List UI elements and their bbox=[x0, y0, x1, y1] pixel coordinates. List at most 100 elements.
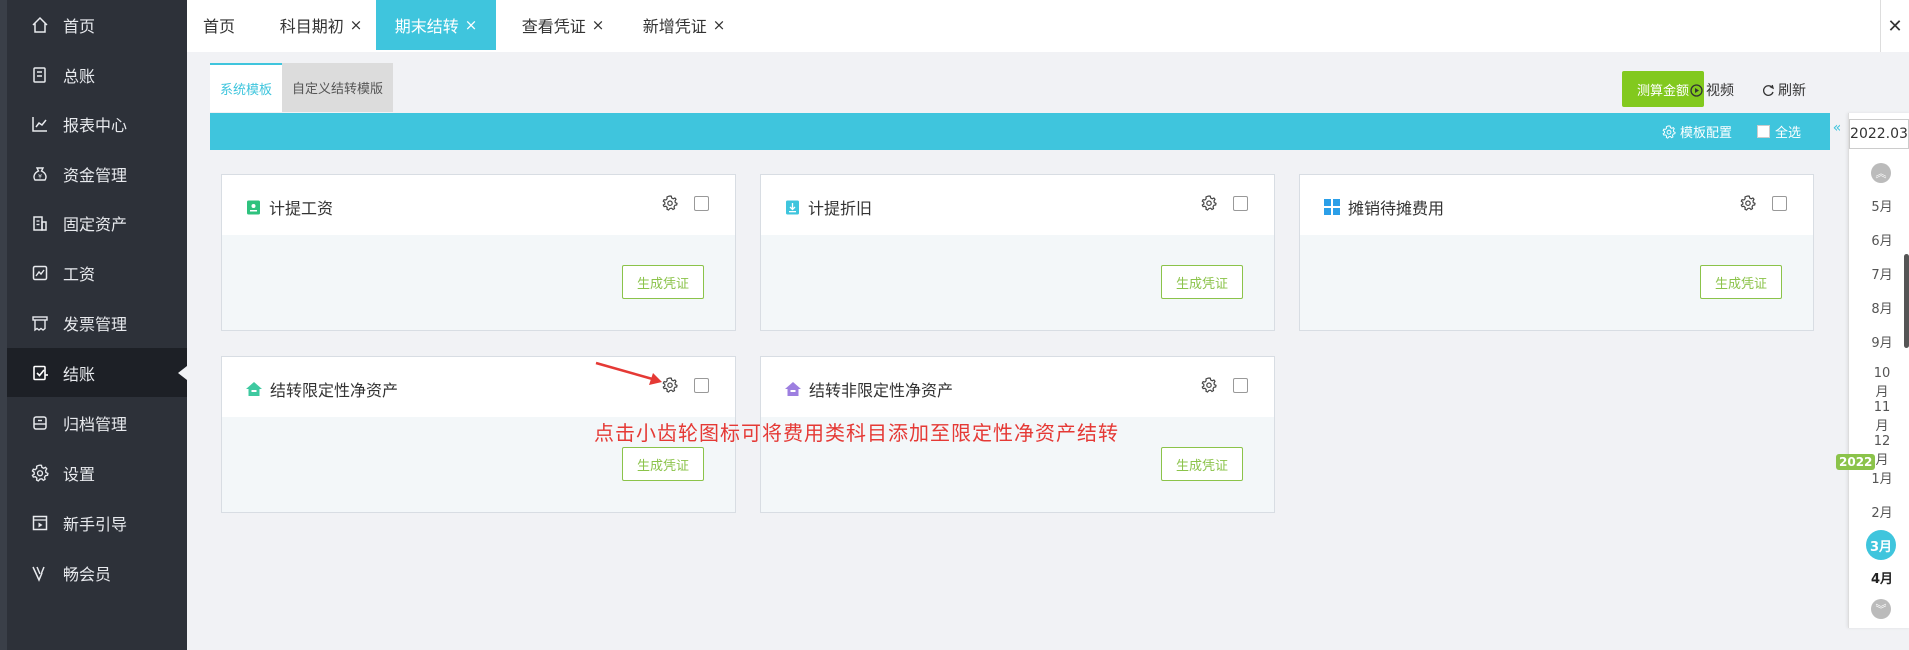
sidebar-item-label: 归档管理 bbox=[63, 414, 128, 434]
svg-text:¥: ¥ bbox=[38, 173, 42, 180]
tab-label: 期末结转 bbox=[394, 17, 459, 36]
card-title: 结转限定性净资产 bbox=[246, 377, 398, 401]
vip-icon bbox=[29, 562, 51, 584]
card-title-label: 结转非限定性净资产 bbox=[809, 381, 954, 400]
play-icon bbox=[1690, 83, 1703, 97]
card-gear-icon[interactable] bbox=[1740, 195, 1756, 215]
card-header: 摊销待摊费用 bbox=[1300, 175, 1813, 235]
refresh-label: 刷新 bbox=[1778, 83, 1806, 99]
tab-close-icon[interactable]: × bbox=[592, 16, 605, 34]
sidebar-item-0[interactable]: 首页 bbox=[7, 0, 187, 49]
sidebar-item-label: 结账 bbox=[63, 364, 96, 384]
select-all-checkbox[interactable] bbox=[1757, 125, 1770, 138]
active-caret-icon bbox=[178, 366, 187, 380]
card-title: 摊销待摊费用 bbox=[1324, 195, 1444, 219]
tab-close-icon[interactable]: × bbox=[350, 16, 363, 34]
sidebar-item-label: 新手引导 bbox=[63, 514, 128, 534]
subtab-custom-template[interactable]: 自定义结转模版 bbox=[282, 63, 394, 112]
card-gear-icon[interactable] bbox=[1201, 377, 1217, 397]
sidebar-item-label: 资金管理 bbox=[63, 165, 128, 185]
sidebar-item-label: 首页 bbox=[63, 16, 96, 36]
card-title-label: 结转限定性净资产 bbox=[270, 381, 399, 400]
current-period[interactable]: 2022.03 bbox=[1849, 119, 1909, 149]
card-gear-icon[interactable] bbox=[1201, 195, 1217, 215]
month-item[interactable]: 6月 bbox=[1870, 230, 1894, 249]
money-bag-icon: ¥ bbox=[29, 163, 51, 185]
collapse-panel-icon[interactable]: « bbox=[1830, 113, 1844, 143]
config-gear-icon bbox=[1662, 124, 1676, 139]
sidebar-item-10[interactable]: 新手引导 bbox=[7, 498, 187, 547]
sidebar-item-11[interactable]: 畅会员 bbox=[7, 548, 187, 597]
sidebar-item-2[interactable]: 报表中心 bbox=[7, 99, 187, 148]
sidebar-item-4[interactable]: 固定资产 bbox=[7, 198, 187, 247]
month-item[interactable]: 8月 bbox=[1870, 298, 1894, 317]
card-checkbox[interactable] bbox=[1233, 196, 1248, 211]
sidebar-item-9[interactable]: 设置 bbox=[7, 448, 187, 497]
home-icon bbox=[29, 14, 51, 36]
card-checkbox[interactable] bbox=[694, 196, 709, 211]
subtab-system-template[interactable]: 系统模板 bbox=[210, 63, 283, 112]
video-link[interactable]: 视频 bbox=[1690, 80, 1734, 100]
annotation-arrow bbox=[595, 361, 662, 385]
month-item[interactable]: 9月 bbox=[1870, 332, 1894, 351]
sidebar-item-8[interactable]: 归档管理 bbox=[7, 398, 187, 447]
template-config-label: 模板配置 bbox=[1680, 126, 1733, 141]
sidebar-item-label: 畅会员 bbox=[63, 564, 112, 584]
sidebar-item-1[interactable]: 总账 bbox=[7, 50, 187, 99]
tab-label: 新增凭证 bbox=[642, 17, 707, 36]
card-gear-icon[interactable] bbox=[662, 195, 678, 215]
month-item[interactable]: 7月 bbox=[1870, 264, 1894, 283]
month-item[interactable]: 4月 bbox=[1870, 568, 1894, 587]
tab-4[interactable]: 新增凭证 × bbox=[626, 0, 742, 50]
scroll-up-icon[interactable]: ︽ bbox=[1871, 163, 1891, 183]
tab-close-icon[interactable]: × bbox=[465, 16, 478, 34]
month-item[interactable]: 11月 bbox=[1870, 400, 1894, 434]
card-checkbox[interactable] bbox=[694, 378, 709, 393]
generate-voucher-button[interactable]: 生成凭证 bbox=[622, 447, 704, 481]
sidebar-item-label: 发票管理 bbox=[63, 314, 128, 334]
scroll-down-icon[interactable]: ︾ bbox=[1871, 599, 1891, 619]
tab-2[interactable]: 期末结转 × bbox=[376, 0, 496, 50]
month-item[interactable]: 5月 bbox=[1870, 196, 1894, 215]
house-icon bbox=[785, 382, 801, 396]
tab-close-icon[interactable]: × bbox=[713, 16, 726, 34]
month-item[interactable]: 2月 bbox=[1870, 502, 1894, 521]
generate-voucher-button[interactable]: 生成凭证 bbox=[1161, 265, 1243, 299]
refresh-link[interactable]: 刷新 bbox=[1762, 80, 1806, 100]
tab-0[interactable]: 首页 bbox=[187, 0, 251, 50]
tab-3[interactable]: 查看凭证 × bbox=[505, 0, 621, 50]
close-all-tabs-button[interactable]: ✕ bbox=[1880, 0, 1909, 52]
year-badge: 2022 bbox=[1836, 454, 1876, 470]
card-title: 结转非限定性净资产 bbox=[785, 377, 953, 401]
depreciation-doc-icon bbox=[785, 200, 800, 215]
card-header: 结转非限定性净资产 bbox=[761, 357, 1274, 417]
refresh-icon bbox=[1762, 84, 1775, 97]
sidebar-item-5[interactable]: 工资 bbox=[7, 248, 187, 297]
ledger-icon bbox=[29, 64, 51, 86]
sidebar-item-label: 固定资产 bbox=[63, 214, 128, 234]
sidebar-item-3[interactable]: ¥ 资金管理 bbox=[7, 149, 187, 198]
card-title-label: 计提折旧 bbox=[808, 199, 873, 218]
tab-1[interactable]: 科目期初 × bbox=[268, 0, 374, 50]
month-item[interactable]: 10月 bbox=[1870, 366, 1894, 400]
select-all[interactable]: 全选 bbox=[1757, 122, 1801, 141]
scrollbar-thumb[interactable] bbox=[1904, 254, 1909, 348]
month-item[interactable]: 3月 bbox=[1866, 530, 1896, 560]
salary-icon bbox=[29, 262, 51, 284]
card-checkbox[interactable] bbox=[1233, 378, 1248, 393]
generate-voucher-button[interactable]: 生成凭证 bbox=[1161, 447, 1243, 481]
month-item[interactable]: 1月 bbox=[1870, 468, 1894, 487]
sidebar-item-6[interactable]: 发票管理 bbox=[7, 298, 187, 347]
template-action-bar: 模板配置 全选 bbox=[210, 113, 1830, 150]
template-subtabs: 系统模板 自定义结转模版 bbox=[210, 63, 394, 112]
card-checkbox[interactable] bbox=[1772, 196, 1787, 211]
grid-icon bbox=[1324, 199, 1340, 215]
sidebar-item-7[interactable]: 结账 bbox=[7, 348, 187, 397]
template-config-link[interactable]: 模板配置 bbox=[1662, 122, 1732, 141]
generate-voucher-button[interactable]: 生成凭证 bbox=[622, 265, 704, 299]
generate-voucher-button[interactable]: 生成凭证 bbox=[1700, 265, 1782, 299]
video-label: 视频 bbox=[1706, 83, 1734, 99]
sidebar-item-label: 工资 bbox=[63, 264, 96, 284]
template-card: 计提工资 生成凭证 bbox=[221, 174, 736, 331]
play-guide-icon bbox=[29, 512, 51, 534]
